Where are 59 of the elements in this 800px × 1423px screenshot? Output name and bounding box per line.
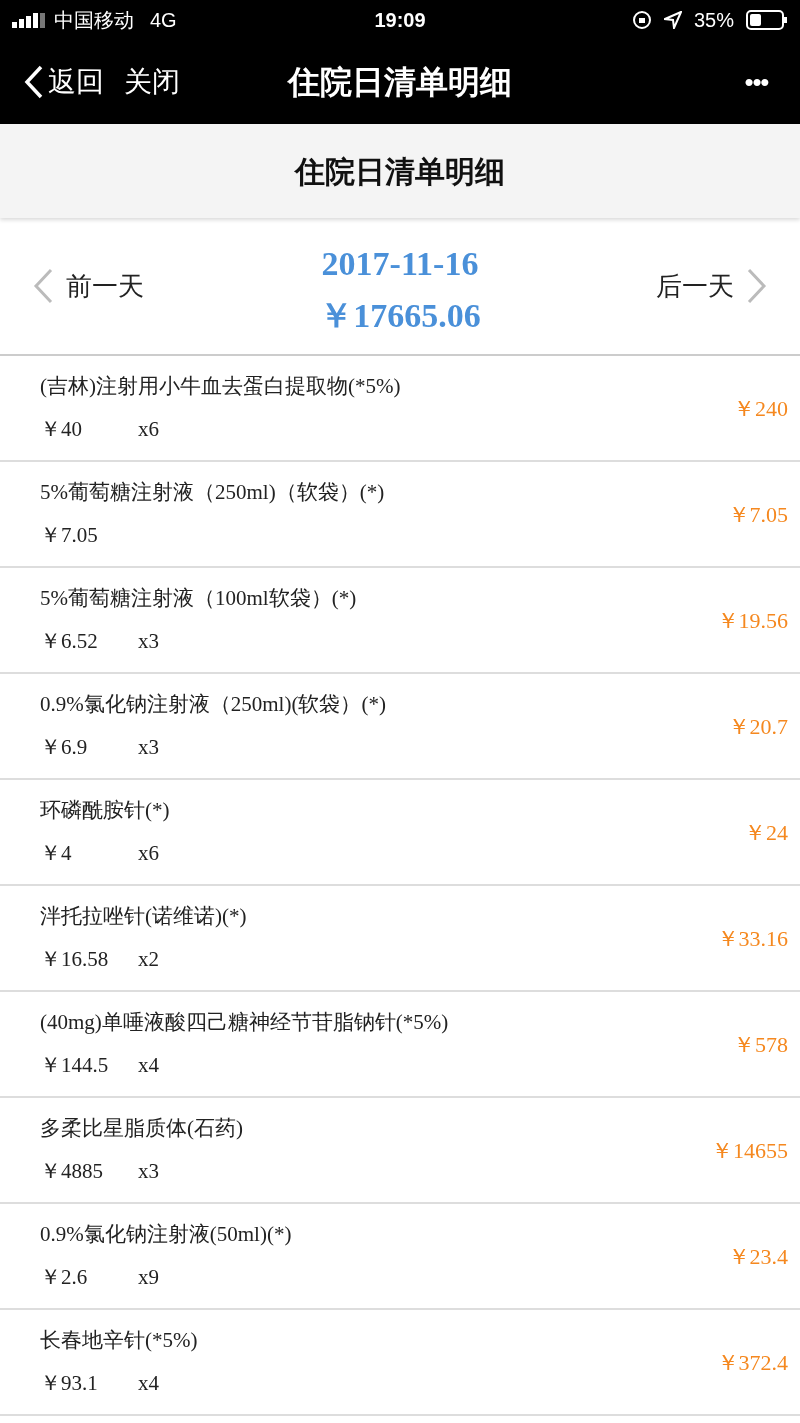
item-name: 0.9%氯化钠注射液（250ml)(软袋）(*): [40, 690, 387, 718]
item-amount: ￥14655: [711, 1136, 788, 1165]
daily-total: ￥17665.06: [319, 296, 481, 336]
quantity: x3: [138, 1158, 159, 1185]
quantity: x3: [138, 734, 159, 761]
item-amount: ￥33.16: [716, 924, 788, 953]
item-name: (40mg)单唾液酸四己糖神经节苷脂钠针(*5%): [40, 1008, 450, 1036]
item-amount: ￥23.4: [727, 1242, 788, 1271]
item-name: 环磷酰胺针(*): [40, 796, 171, 824]
unit-price: ￥93.1: [40, 1370, 99, 1397]
item-name: 5%葡萄糖注射液（250ml)（软袋）(*): [40, 478, 386, 506]
quantity: x9: [138, 1264, 159, 1291]
signal-icon: [12, 12, 46, 28]
left-chevron-icon: [32, 268, 54, 304]
nav-title: 住院日清单明细: [288, 63, 512, 102]
location-arrow-icon: [663, 11, 682, 29]
item-name: 多柔比星脂质体(石药): [40, 1114, 244, 1142]
next-day-button[interactable]: 后一天: [656, 266, 768, 306]
quantity: x6: [138, 416, 159, 443]
battery-percent: 35%: [693, 8, 734, 33]
item-amount: ￥7.05: [727, 500, 788, 529]
item-amount: ￥24: [744, 818, 788, 847]
item-name: 0.9%氯化钠注射液(50ml)(*): [40, 1220, 293, 1248]
quantity: x6: [138, 840, 159, 867]
more-button[interactable]: •••: [744, 62, 768, 102]
item-name: 5%葡萄糖注射液（100ml软袋）(*): [40, 584, 358, 612]
unit-price: ￥40: [40, 416, 83, 443]
unit-price: ￥7.05: [40, 522, 99, 549]
quantity: x4: [138, 1370, 159, 1397]
unit-price: ￥4885: [40, 1158, 104, 1185]
item-amount: ￥372.4: [716, 1348, 788, 1377]
item-amount: ￥20.7: [727, 712, 788, 741]
previous-day-button[interactable]: 前一天: [32, 266, 144, 306]
clock-time: 19:09: [374, 8, 426, 33]
unit-price: ￥16.58: [40, 946, 110, 973]
quantity: x2: [138, 946, 159, 973]
quantity: x3: [138, 628, 159, 655]
quantity: x4: [138, 1052, 159, 1079]
item-amount: ￥19.56: [716, 606, 788, 635]
date-text: 2017-11-16: [321, 244, 479, 284]
carrier-name: 中国移动: [54, 8, 134, 33]
unit-price: ￥6.9: [40, 734, 89, 761]
battery-icon: [746, 10, 788, 30]
unit-price: ￥2.6: [40, 1264, 89, 1291]
right-chevron-icon: [746, 268, 768, 304]
unit-price: ￥6.52: [40, 628, 99, 655]
item-amount: ￥578: [733, 1030, 788, 1059]
item-name: 泮托拉唑针(诺维诺)(*): [40, 902, 248, 930]
item-name: (吉林)注射用小牛血去蛋白提取物(*5%): [40, 372, 402, 400]
item-amount: ￥240: [733, 394, 788, 423]
close-button[interactable]: 关闭: [124, 61, 180, 103]
unit-price: ￥144.5: [40, 1052, 110, 1079]
rotation-lock-icon: [631, 10, 652, 30]
page-title: 住院日清单明细: [295, 153, 505, 190]
back-chevron-icon: [24, 65, 44, 99]
back-button[interactable]: 返回: [24, 61, 104, 103]
unit-price: ￥4: [40, 840, 73, 867]
item-name: 长春地辛针(*5%): [40, 1326, 199, 1354]
network-type: 4G: [150, 8, 177, 33]
